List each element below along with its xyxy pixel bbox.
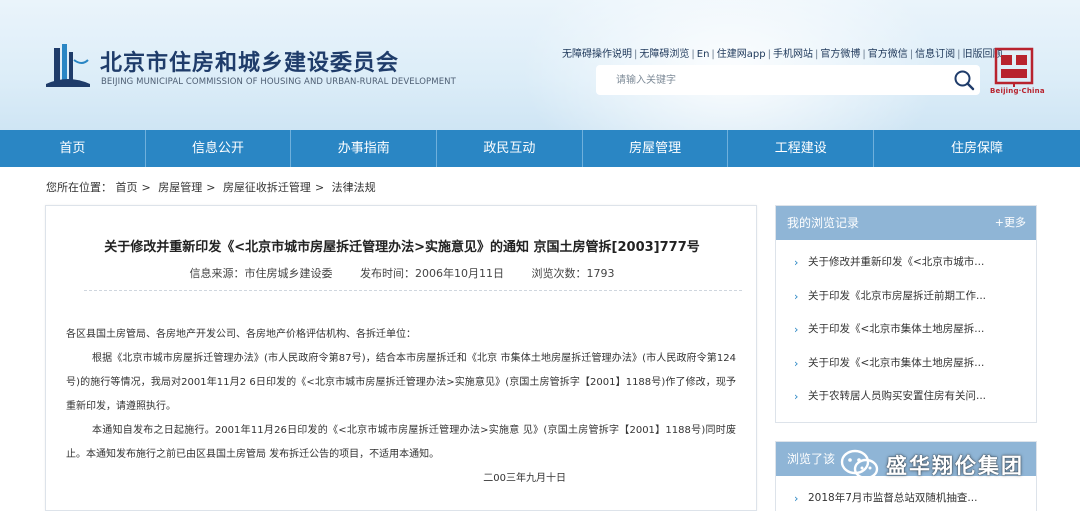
nav-service-guide[interactable]: 办事指南 xyxy=(291,130,438,167)
seal-caption: Beijing·China xyxy=(990,87,1045,95)
toplink-english[interactable]: En xyxy=(697,49,710,60)
toplink-app[interactable]: 住建网app xyxy=(717,49,766,60)
list-item[interactable]: › 关于印发《<北京市集体土地房屋拆... xyxy=(776,347,1036,381)
site-subtitle: BEIJING MUNICIPAL COMMISSION OF HOUSING … xyxy=(101,77,456,87)
nav-interaction[interactable]: 政民互动 xyxy=(437,130,583,167)
list-item[interactable]: › 关于印发《<北京市集体土地房屋拆... xyxy=(776,313,1036,347)
more-link[interactable]: +更多 xyxy=(995,206,1026,240)
article-panel: 关于修改并重新印发《<北京市城市房屋拆迁管理办法>实施意见》的通知 京国土房管拆… xyxy=(45,205,757,511)
main-nav: 首页 信息公开 办事指南 政民互动 房屋管理 工程建设 住房保障 xyxy=(0,130,1080,167)
browse-history-title: 我的浏览记录 xyxy=(787,216,860,230)
article-title: 关于修改并重新印发《<北京市城市房屋拆迁管理办法>实施意见》的通知 京国土房管拆… xyxy=(104,240,700,255)
chevron-right-icon: › xyxy=(794,289,799,303)
browse-history-header: 我的浏览记录 +更多 xyxy=(776,206,1036,240)
search-input[interactable] xyxy=(596,65,936,95)
toplink-wechat[interactable]: 官方微信 xyxy=(868,49,908,60)
list-item[interactable]: › 关于修改并重新印发《<北京市城市... xyxy=(776,246,1036,280)
site-header: 北京市住房和城乡建设委员会 BEIJING MUNICIPAL COMMISSI… xyxy=(0,0,1080,130)
toplink-weibo[interactable]: 官方微博 xyxy=(820,49,860,60)
chevron-right-icon: › xyxy=(794,492,799,505)
top-links: 无障碍操作说明 | 无障碍浏览 | En | 住建网app | 手机网站 | 官方微博 | 官方微信 | 信… xyxy=(562,49,1003,60)
nav-housing-security[interactable]: 住房保障 xyxy=(874,130,1080,167)
search-icon[interactable] xyxy=(952,68,976,92)
article-meta: 信息来源：市住房城乡建设委 发布时间：2006年10月11日 浏览次数：1793 xyxy=(46,265,758,281)
chevron-right-icon: › xyxy=(794,356,799,370)
breadcrumb-housing[interactable]: 房屋管理 xyxy=(158,181,202,194)
toplink-accessibility-guide[interactable]: 无障碍操作说明 xyxy=(562,49,632,60)
toplink-mobile-site[interactable]: 手机网站 xyxy=(773,49,813,60)
chevron-right-icon: › xyxy=(794,323,799,336)
also-browsed-title: 浏览了该 xyxy=(787,452,836,466)
chevron-right-icon: › xyxy=(794,256,799,269)
breadcrumb-demolition[interactable]: 房屋征收拆迁管理 xyxy=(223,181,311,194)
article-views: 浏览次数：1793 xyxy=(531,267,615,280)
wechat-icon xyxy=(840,449,879,480)
breadcrumb-laws[interactable]: 法律法规 xyxy=(332,181,376,194)
list-item[interactable]: › 关于印发《北京市房屋拆迁前期工作... xyxy=(776,280,1036,314)
chevron-right-icon: › xyxy=(794,390,799,403)
article-paragraph-1: 根据《北京市城市房屋拆迁管理办法》(市人民政府令第87号)，结合本市房屋拆迁和《… xyxy=(66,353,736,412)
watermark-text: 盛华翔伦集团 xyxy=(886,454,1024,478)
article-paragraph-2: 本通知自发布之日起施行。2001年11月26日印发的《<北京市城市房屋拆迁管理办… xyxy=(66,425,736,460)
nav-info-disclosure[interactable]: 信息公开 xyxy=(146,130,292,167)
nav-home[interactable]: 首页 xyxy=(0,130,146,167)
article-divider xyxy=(84,290,742,291)
toplink-subscribe[interactable]: 信息订阅 xyxy=(915,49,955,60)
toplink-accessible-browse[interactable]: 无障碍浏览 xyxy=(639,49,689,60)
article-body: 各区县国土房管局、各房地产开发公司、各房地产价格评估机构、各拆迁单位： 根据《北… xyxy=(66,323,736,491)
article-salutation: 各区县国土房管局、各房地产开发公司、各房地产价格评估机构、各拆迁单位： xyxy=(66,329,416,340)
list-item[interactable]: › 关于农转居人员购买安置住房有关问... xyxy=(776,380,1036,414)
breadcrumb: 您所在位置： 首页 > 房屋管理 > 房屋征收拆迁管理 > 法律法规 xyxy=(46,181,376,194)
list-item[interactable]: › 2018年7月市监督总站双随机抽查... xyxy=(776,482,1036,511)
article-publish-time: 发布时间：2006年10月11日 xyxy=(360,267,504,280)
commission-logo-icon[interactable] xyxy=(44,40,92,90)
article-source: 信息来源：市住房城乡建设委 xyxy=(189,267,333,280)
also-browsed-list: › 2018年7月市监督总站双随机抽查... xyxy=(776,482,1036,511)
search-box xyxy=(596,65,980,95)
breadcrumb-prefix: 您所在位置： xyxy=(46,181,112,194)
browse-history-panel: 我的浏览记录 +更多 › 关于修改并重新印发《<北京市城市... › 关于印发《北京… xyxy=(775,205,1037,423)
nav-housing-management[interactable]: 房屋管理 xyxy=(583,130,729,167)
nav-construction[interactable]: 工程建设 xyxy=(728,130,875,167)
watermark: 盛华翔伦集团 xyxy=(840,445,1024,485)
site-title[interactable]: 北京市住房和城乡建设委员会 xyxy=(100,45,399,77)
browse-history-list: › 关于修改并重新印发《<北京市城市... › 关于印发《北京市房屋拆迁前期工作..… xyxy=(776,246,1036,414)
article-date: 二00三年九月十日 xyxy=(483,473,566,484)
breadcrumb-home[interactable]: 首页 xyxy=(116,181,138,194)
